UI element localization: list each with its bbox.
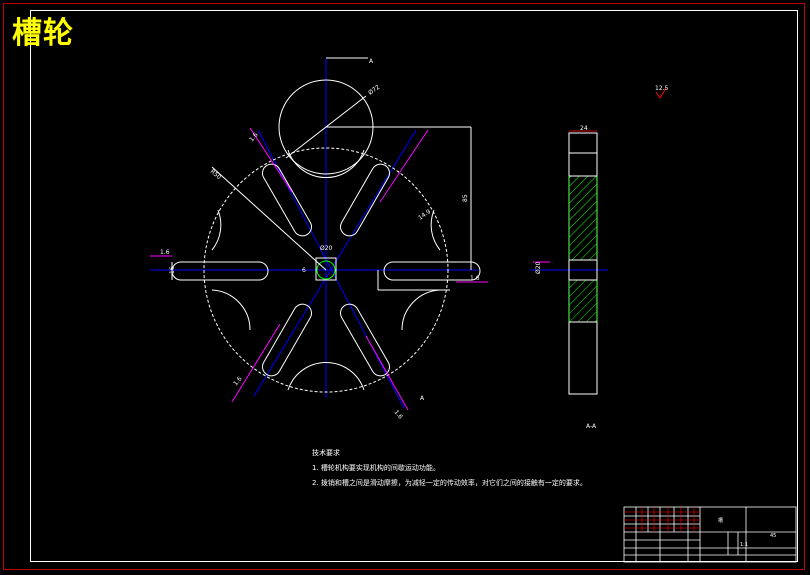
section-marker: A bbox=[420, 395, 425, 402]
title-scale: 1:1 bbox=[740, 542, 748, 548]
side-outline bbox=[568, 132, 598, 395]
dim-side-top-width: 24 bbox=[580, 125, 588, 132]
title-part-name: 槽 bbox=[718, 517, 723, 524]
title-code bbox=[704, 556, 706, 562]
centerlines bbox=[150, 58, 608, 409]
notes-item-2: 2. 拨销和槽之间是滑动摩擦，为减轻一定的传动效率，对它们之间的接触有一定的要求… bbox=[312, 479, 587, 487]
roughness-lower-left-line bbox=[231, 323, 281, 403]
side-section-view bbox=[568, 130, 598, 395]
dim-side-bore: Ø20 bbox=[535, 261, 542, 274]
roughness-left-text: 1.6 bbox=[160, 249, 170, 256]
roughness-lower-right-line bbox=[365, 335, 409, 411]
slot-right bbox=[383, 261, 481, 281]
dim-hub-key: 6 bbox=[302, 267, 306, 274]
side-section-label: A-A bbox=[586, 423, 597, 430]
roughness-right-text: 1.6 bbox=[470, 275, 480, 282]
dim-chord: Ø72 bbox=[367, 84, 381, 97]
radius-leader bbox=[211, 166, 327, 271]
title-material: 45 bbox=[770, 533, 776, 539]
hatch-lower bbox=[568, 279, 598, 323]
roughness-lines bbox=[150, 127, 550, 411]
hatch-upper bbox=[568, 175, 598, 261]
roughness-lower-right-text: 1.6 bbox=[392, 409, 404, 421]
dim-radius-left: R50 bbox=[209, 168, 223, 181]
locking-arc-lower-left bbox=[211, 289, 251, 331]
slot-left bbox=[171, 261, 269, 281]
locking-arc-lower-right bbox=[401, 289, 441, 331]
dim-slot-width: 14.9 bbox=[417, 208, 432, 222]
dim-slot-left-height: 16 bbox=[169, 266, 176, 274]
dim-top-marker: A bbox=[369, 58, 374, 65]
diagonal-centerline-2 bbox=[253, 129, 417, 397]
technical-requirements: 技术要求 1. 槽轮机构要实现机构的间歇运动功能。 2. 拨销和槽之间是滑动摩擦… bbox=[312, 446, 587, 491]
roughness-upper-right-line bbox=[379, 129, 429, 203]
locking-arc-upper-left bbox=[211, 209, 222, 251]
roughness-upper-left-text: 1.6 bbox=[248, 131, 260, 143]
dim-vertical-height: 85 bbox=[462, 194, 469, 202]
notes-item-1: 1. 槽轮机构要实现机构的间歇运动功能。 bbox=[312, 464, 440, 472]
notes-heading: 技术要求 bbox=[312, 449, 340, 457]
title-block-red-grid bbox=[624, 507, 700, 532]
global-roughness-text: 12.5 bbox=[655, 85, 669, 92]
dim-hub-dia: Ø20 bbox=[320, 245, 333, 252]
